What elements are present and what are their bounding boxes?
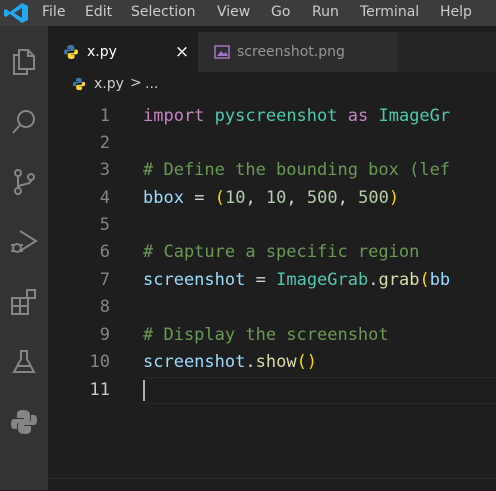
token-number: 10 [224, 188, 246, 208]
menu-edit[interactable]: Edit [85, 3, 112, 21]
token-bracket: ( [419, 270, 430, 290]
token-variable: bbox [143, 188, 184, 208]
close-icon[interactable]: × [172, 42, 192, 62]
breadcrumb: x.py > ... [48, 72, 496, 96]
token-dot: . [368, 270, 379, 290]
token-module: pyscreenshot [214, 106, 338, 126]
tab-bar: x.py × screenshot.png [48, 32, 496, 72]
token-class: ImageGrab [276, 270, 369, 290]
menu-file[interactable]: File [42, 3, 65, 21]
code-line-4: bbox = (10, 10, 500, 500) [143, 188, 400, 208]
code-line-7: screenshot = ImageGrab.grab(bb [143, 267, 450, 294]
token-bracket: () [296, 352, 318, 372]
token-keyword: as [347, 106, 369, 126]
line-number: 8 [99, 297, 110, 317]
line-number: 2 [99, 133, 110, 153]
token-number: 500 [358, 188, 389, 208]
code-line-1: import pyscreenshot as ImageGr [143, 103, 450, 130]
menu-go[interactable]: Go [271, 3, 290, 21]
menu-terminal[interactable]: Terminal [360, 3, 419, 21]
breadcrumb-separator: > [130, 75, 142, 91]
code-line-6: # Capture a specific region [143, 242, 420, 262]
line-number: 1 [99, 106, 110, 126]
vscode-logo-icon [0, 0, 33, 26]
line-number: 11 [89, 380, 110, 400]
python-file-icon [63, 44, 79, 64]
line-number: 4 [99, 188, 110, 208]
text-cursor [143, 380, 145, 401]
token-number: 500 [306, 188, 338, 208]
code-line-10: screenshot.show() [143, 349, 317, 376]
breadcrumb-symbols[interactable]: ... [145, 75, 158, 93]
tab-screenshot-png[interactable]: screenshot.png [198, 32, 398, 72]
line-number: 7 [99, 270, 110, 290]
menu-help[interactable]: Help [440, 3, 472, 21]
tab-label: screenshot.png [237, 44, 345, 60]
menu-selection[interactable]: Selection [131, 3, 196, 21]
token-function: grab [378, 270, 420, 290]
code-editor[interactable]: 1 2 3 4 5 6 7 8 9 10 11 import pyscreens… [48, 96, 496, 490]
extensions-icon[interactable] [4, 282, 44, 322]
explorer-icon[interactable] [4, 42, 44, 82]
search-icon[interactable] [4, 102, 44, 142]
current-line-highlight [143, 377, 496, 404]
token-variable: bb [429, 270, 451, 290]
token-number: 10 [265, 188, 287, 208]
code-line-3: # Define the bounding box (lef [143, 160, 451, 180]
token-variable: screenshot [143, 352, 246, 372]
token-bracket: ) [388, 188, 400, 208]
title-bar: File Edit Selection View Go Run Terminal… [0, 0, 496, 26]
line-number: 3 [99, 160, 110, 180]
source-control-icon[interactable] [4, 162, 44, 202]
testing-icon[interactable] [4, 342, 44, 382]
python-file-icon [72, 77, 86, 95]
breadcrumb-file[interactable]: x.py [94, 75, 124, 93]
line-number: 5 [99, 215, 110, 235]
line-number: 6 [99, 242, 110, 262]
run-debug-icon[interactable] [4, 222, 44, 262]
line-number: 9 [99, 325, 110, 345]
menu-view[interactable]: View [217, 3, 250, 21]
token-operator: = [194, 188, 205, 208]
token-operator: = [255, 270, 266, 290]
menu-run[interactable]: Run [312, 3, 339, 21]
tab-label: x.py [87, 44, 117, 60]
token-bracket: ( [214, 188, 225, 208]
code-line-9: # Display the screenshot [143, 325, 389, 345]
python-icon[interactable] [4, 402, 44, 442]
token-dot: . [245, 352, 256, 372]
panel-divider [48, 478, 496, 491]
image-file-icon [214, 45, 230, 63]
token-function: show [255, 352, 297, 372]
line-number: 10 [89, 352, 110, 372]
tab-x-py[interactable]: x.py × [48, 32, 198, 72]
token-keyword: import [143, 106, 205, 126]
token-module: ImageGr [378, 106, 451, 126]
activity-bar [0, 26, 48, 490]
token-variable: screenshot [143, 270, 246, 290]
